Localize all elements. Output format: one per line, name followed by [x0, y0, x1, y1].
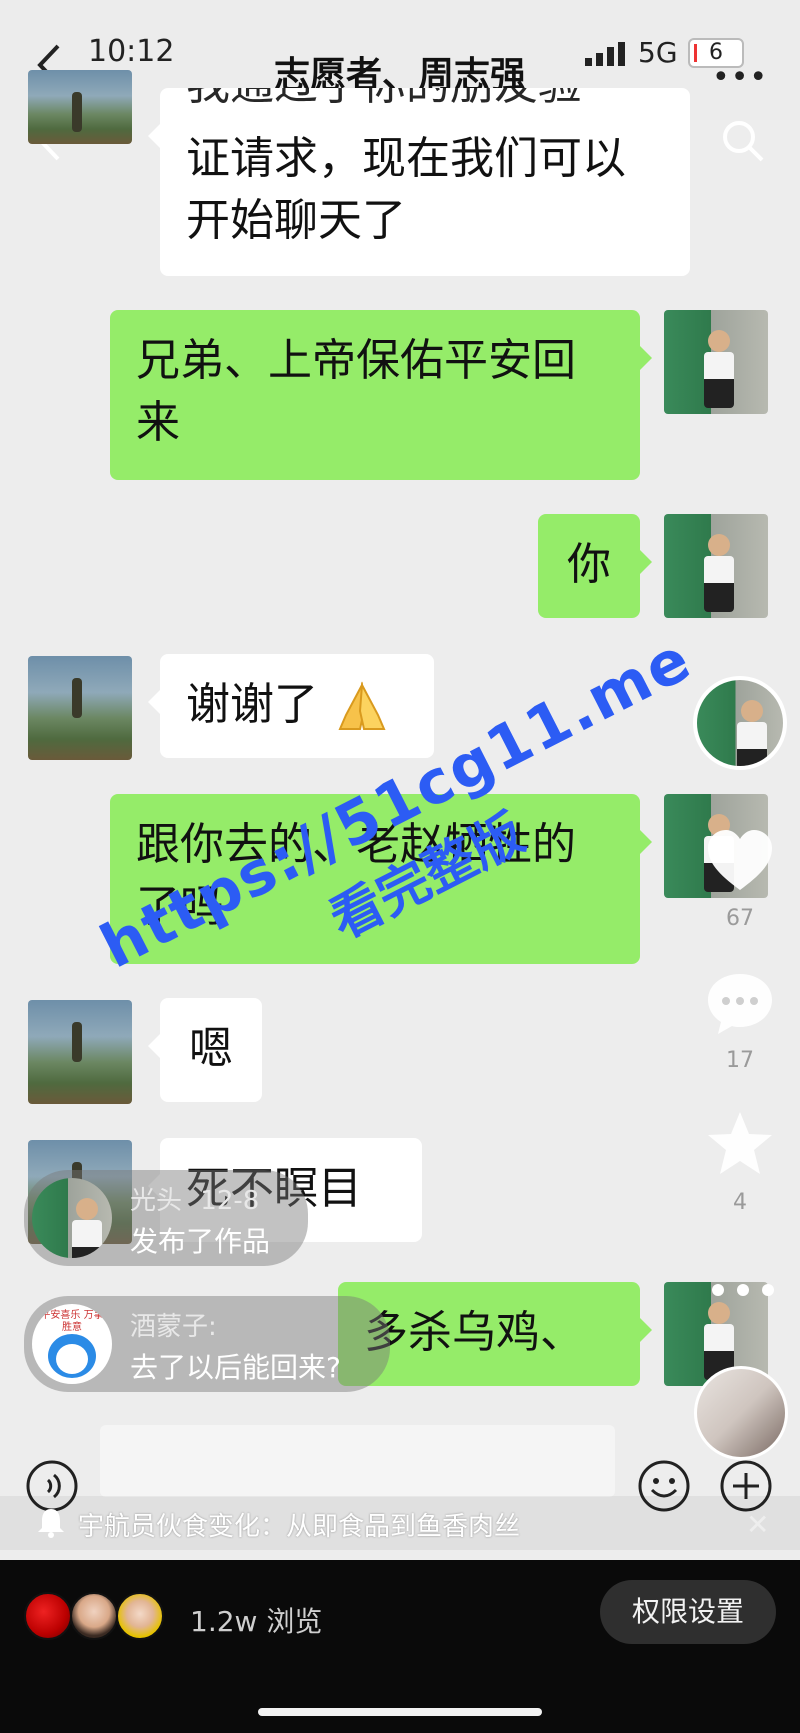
comment-count: 17: [726, 1048, 754, 1073]
message-input[interactable]: [100, 1425, 615, 1497]
notification-user: 光头: [130, 1186, 183, 1216]
video-screen: 10:12 志愿者、周志强 5G 6 ••• 我通过了你的朋友验 证请求，现在我…: [0, 0, 800, 1560]
network-type: 5G: [638, 36, 678, 69]
viewer-avatar: [70, 1592, 118, 1640]
more-dots-icon[interactable]: [700, 1278, 786, 1302]
like-heart-icon[interactable]: [704, 826, 776, 898]
folded-hands-emoji-icon: [338, 681, 386, 730]
message-text: 你: [567, 539, 611, 590]
message-text: 证请求，现在我们可以开始聊天了: [186, 133, 626, 246]
signal-icon: [585, 42, 625, 66]
self-avatar[interactable]: [664, 514, 768, 618]
notification-text: 发布了作品: [130, 1225, 271, 1258]
viewer-avatar: [116, 1592, 164, 1640]
avatar-caption: 平安喜乐 万事胜意: [40, 1310, 104, 1333]
self-avatar[interactable]: [664, 310, 768, 414]
music-disc-avatar[interactable]: [694, 1366, 788, 1460]
view-count: 1.2w 浏览: [190, 1605, 323, 1638]
message-text: 谢谢了: [186, 679, 318, 730]
bell-icon: [38, 1509, 64, 1538]
comment-text: 去了以后能回来?: [130, 1351, 341, 1384]
close-icon[interactable]: ✕: [746, 1508, 769, 1541]
permission-settings-button[interactable]: 权限设置: [600, 1580, 776, 1644]
message-bubble-outgoing: 你: [538, 514, 652, 618]
message-bubble-incoming: 我通过了你的朋友验 证请求，现在我们可以开始聊天了: [148, 88, 690, 276]
ticker-text: 宇航员伙食变化：从即食品到鱼香肉丝: [78, 1512, 521, 1542]
message-text: 兄弟、上帝保佑平安回来: [136, 335, 576, 448]
message-bubble-outgoing: 兄弟、上帝保佑平安回来: [110, 310, 652, 480]
comment-user: 酒蒙子:: [130, 1312, 217, 1342]
doraemon-face-icon: [48, 1334, 96, 1378]
doraemon-avatar: 平安喜乐 万事胜意: [32, 1304, 112, 1384]
like-count: 67: [726, 906, 754, 931]
comment-notification[interactable]: 平安喜乐 万事胜意 酒蒙子: 去了以后能回来?: [24, 1296, 390, 1392]
contact-avatar[interactable]: [28, 1000, 132, 1104]
favorite-count: 4: [733, 1190, 747, 1215]
notification-avatar: [32, 1178, 112, 1258]
message-text: 多杀乌鸡、: [364, 1307, 584, 1358]
viewer-avatar: [24, 1592, 72, 1640]
search-icon[interactable]: [720, 118, 766, 164]
publish-notification[interactable]: 光头 12-8 发布了作品: [24, 1170, 308, 1266]
notification-date: 12-8: [200, 1186, 260, 1216]
contact-avatar[interactable]: [28, 656, 132, 760]
favorite-star-icon[interactable]: [704, 1108, 776, 1180]
notification-meta: 光头 12-8: [130, 1180, 259, 1217]
contact-avatar[interactable]: [28, 70, 132, 144]
message-bubble-incoming: 谢谢了: [148, 654, 434, 758]
comment-bubble-icon[interactable]: [704, 968, 776, 1040]
home-indicator[interactable]: [258, 1708, 542, 1716]
more-options-icon[interactable]: •••: [712, 60, 768, 95]
